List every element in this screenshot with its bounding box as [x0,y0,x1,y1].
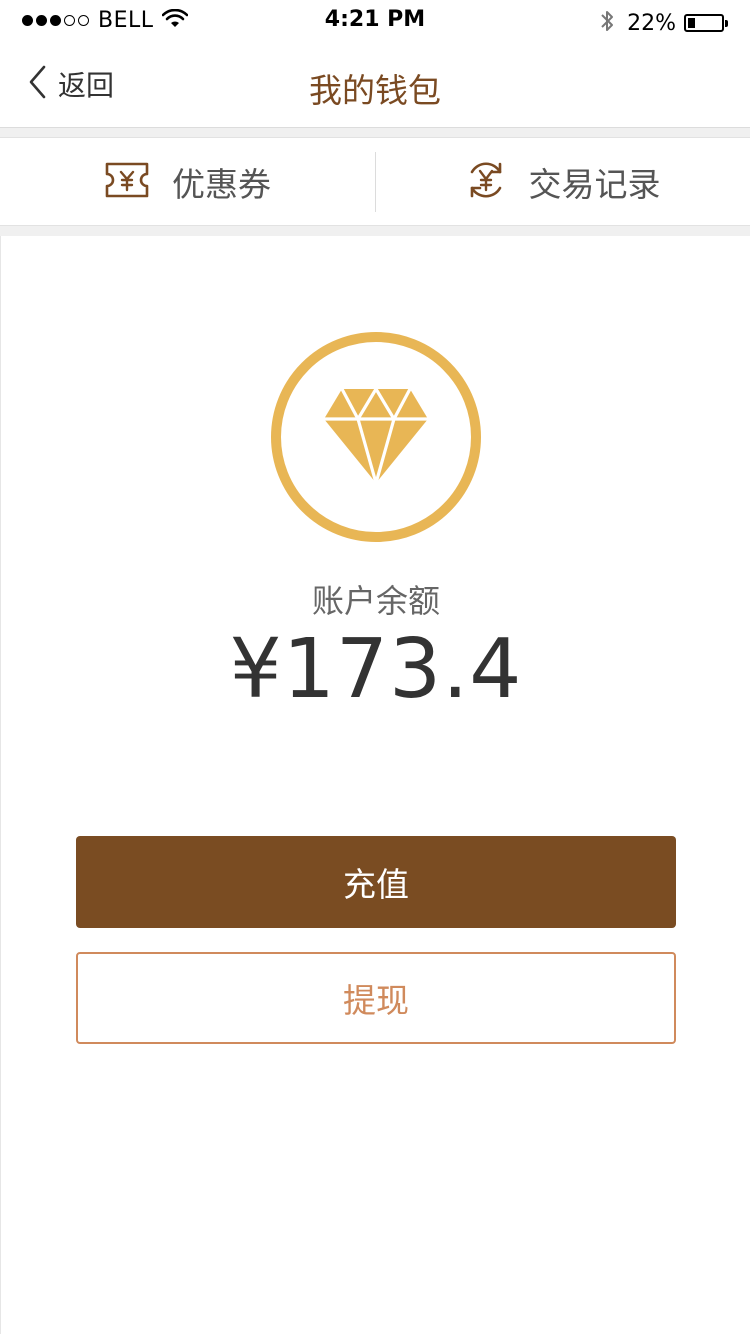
status-bar: BELL 4:21 PM 22% [0,0,750,40]
coupon-icon [104,161,150,203]
wallet-shortcuts: 优惠券 交易记录 [0,137,750,226]
battery-icon [684,14,724,32]
battery-level [688,18,695,28]
tab-transactions-label: 交易记录 [528,164,661,204]
tab-coupons-label: 优惠券 [172,164,271,204]
recharge-button-label: 充值 [343,865,409,904]
balance-amount: ¥173.4 [229,622,523,717]
wallet-screen: BELL 4:21 PM 22% 返回 我的钱包 优惠券 交易记录 账户余额 ¥… [0,0,750,1334]
battery-percent: 22% [627,10,676,36]
tab-transactions[interactable]: 交易记录 [375,138,750,225]
diamond-icon [320,385,432,489]
recharge-button[interactable]: 充值 [76,836,676,928]
diamond-badge [271,332,481,542]
withdraw-button-label: 提现 [343,981,409,1020]
navigation-bar: 返回 我的钱包 [0,40,750,128]
transaction-history-icon [465,159,507,205]
balance-label: 账户余额 [311,582,440,620]
page-title: 我的钱包 [309,71,441,110]
battery-tip [725,19,728,27]
wallet-balance-panel: 账户余额 ¥173.4 充值 提现 [0,236,750,1334]
status-right: 22% [599,8,728,38]
bluetooth-icon [599,8,615,38]
tab-coupons[interactable]: 优惠券 [0,138,375,225]
tab-divider [375,152,376,212]
withdraw-button[interactable]: 提现 [76,952,676,1044]
